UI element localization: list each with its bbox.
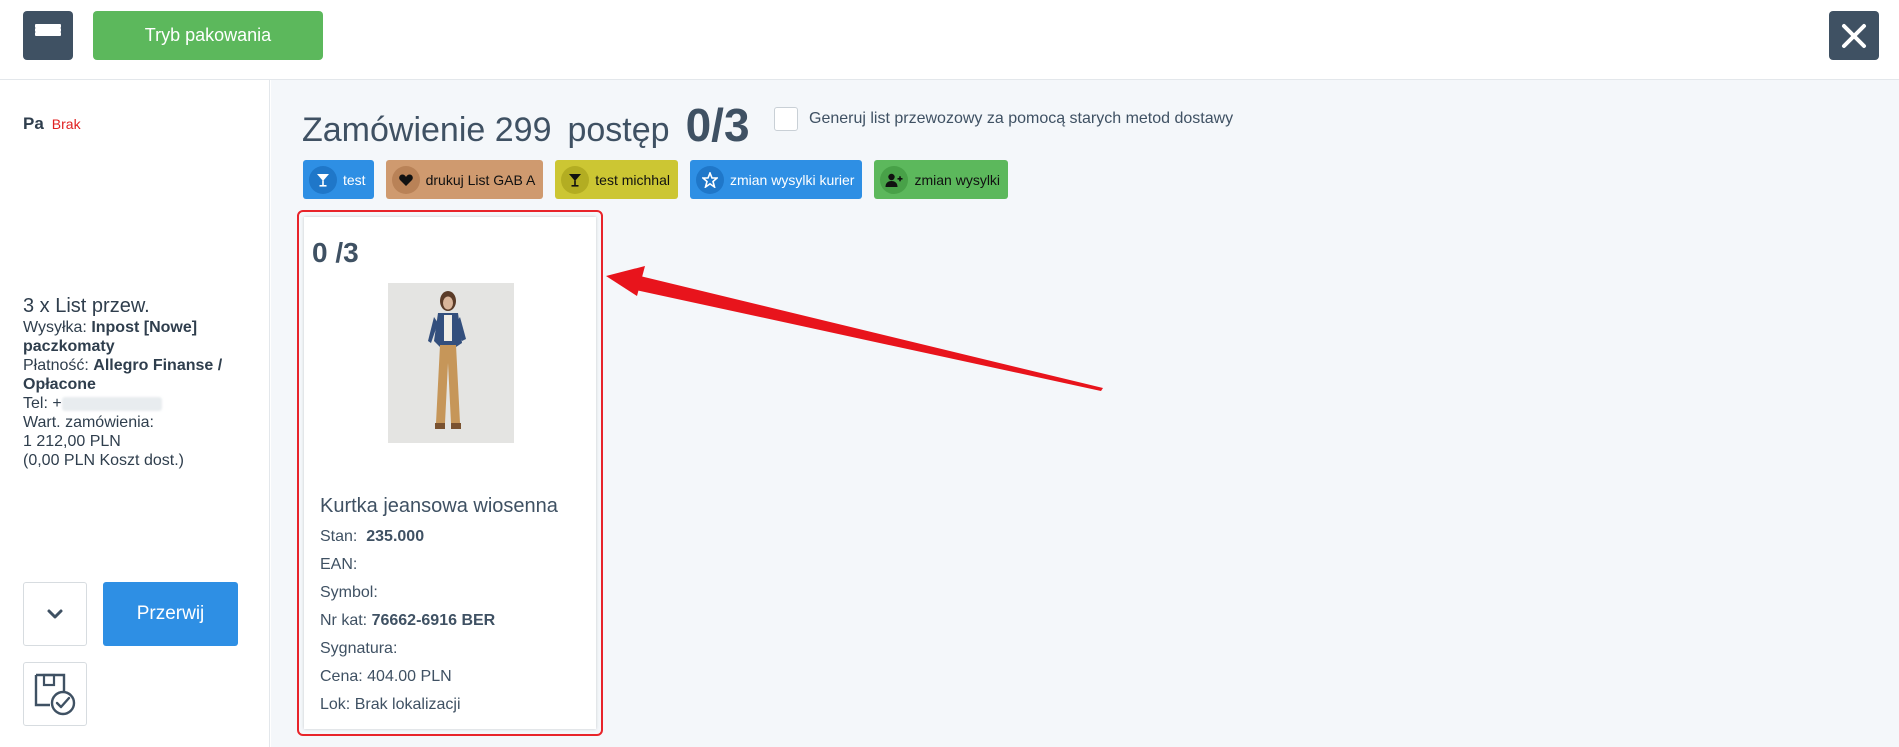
price-row: Cena: 404.00 PLN <box>320 668 452 685</box>
payment-label: Płatność: <box>23 357 89 374</box>
chevron-down-icon <box>47 609 63 619</box>
order-title: Zamówienie 299 postęp 0/3 <box>302 98 750 152</box>
heart-icon <box>391 165 420 194</box>
action-label: zmian wysylki kurier <box>730 171 855 188</box>
stock-row: Stan: 235.000 <box>320 523 495 551</box>
action-test-button[interactable]: test <box>303 160 374 199</box>
action-label: test michhal <box>595 171 670 188</box>
pa-row: Pa Brak <box>23 114 81 134</box>
cocktail-icon <box>561 165 590 194</box>
pack-mode-button[interactable]: Tryb pakowania <box>93 11 323 60</box>
phone-label: Tel: + <box>23 395 62 412</box>
phone-row: Tel: + <box>23 394 253 413</box>
location-row: Lok: Brak lokalizacji <box>320 696 461 713</box>
stock-value: 235.000 <box>366 528 425 545</box>
package-check-icon <box>34 673 76 716</box>
package-check-button[interactable] <box>23 662 87 726</box>
generate-legacy-checkbox[interactable] <box>774 107 798 131</box>
hamburger-icon <box>35 23 61 48</box>
pa-status: Brak <box>51 116 81 132</box>
order-number: Zamówienie 299 <box>302 111 552 149</box>
menu-button[interactable] <box>23 11 73 60</box>
symbol-row: Symbol: <box>320 584 378 601</box>
order-info: 3 x List przew. Wysyłka: Inpost [Nowe] p… <box>23 294 253 470</box>
progress-label: postęp <box>567 111 670 149</box>
shipping-method: Wysyłka: Inpost [Nowe] paczkomaty <box>23 318 253 356</box>
progress-value: 0/3 <box>685 99 750 151</box>
interrupt-button[interactable]: Przerwij <box>103 582 238 646</box>
order-value: 1 212,00 PLN <box>23 433 121 450</box>
star-icon <box>696 165 724 194</box>
action-buttons: test drukuj List GAB A test michhal zmia… <box>303 160 1009 199</box>
shipping-cost: (0,00 PLN Koszt dost.) <box>23 452 184 469</box>
shipment-summary: 3 x List przew. <box>23 295 150 317</box>
order-value-label: Wart. zamówienia: <box>23 414 154 431</box>
catalog-value: 76662-6916 BER <box>371 612 496 629</box>
catalog-row: Nr kat: 76662-6916 BER <box>320 607 495 635</box>
signature-row: Sygnatura: <box>320 640 398 657</box>
ean-row: EAN: <box>320 556 358 573</box>
expand-button[interactable] <box>23 582 87 646</box>
pa-label: Pa <box>23 114 44 133</box>
shipping-label: Wysyłka: <box>23 319 87 336</box>
generate-legacy-row: Generuj list przewozowy za pomocą staryc… <box>774 107 1233 131</box>
stock-label: Stan: <box>320 528 358 545</box>
cocktail-icon <box>309 165 337 194</box>
user-plus-icon <box>880 165 909 194</box>
action-print-gab-button[interactable]: drukuj List GAB A <box>385 160 544 199</box>
catalog-label: Nr kat: <box>320 612 368 629</box>
action-courier-change-button[interactable]: zmian wysylki kurier <box>690 160 863 199</box>
action-label: drukuj List GAB A <box>425 171 536 188</box>
action-shipping-change-button[interactable]: zmian wysylki <box>874 160 1009 199</box>
action-label: zmian wysylki <box>914 171 1001 188</box>
top-bar: Tryb pakowania <box>0 0 1899 80</box>
phone-redacted <box>61 396 162 411</box>
product-image <box>388 283 514 443</box>
generate-legacy-label: Generuj list przewozowy za pomocą staryc… <box>809 110 1234 127</box>
product-card[interactable]: 0 /3 Kurtka jeansowa wiosenna Stan: 235.… <box>304 217 596 729</box>
action-label: test <box>343 171 366 188</box>
action-test-michhal-button[interactable]: test michhal <box>555 160 678 199</box>
close-button[interactable] <box>1829 11 1879 60</box>
product-name: Kurtka jeansowa wiosenna <box>320 495 558 517</box>
payment-method: Płatność: Allegro Finanse / Opłacone <box>23 356 253 394</box>
product-pack-count: 0 /3 <box>312 237 359 268</box>
order-sidebar: Pa Brak 3 x List przew. Wysyłka: Inpost … <box>0 80 270 747</box>
close-icon <box>1842 23 1866 48</box>
main-panel: Zamówienie 299 postęp 0/3 Generuj list p… <box>271 80 1899 747</box>
product-details: Stan: 235.000 EAN: Symbol: Nr kat: 76662… <box>320 523 495 719</box>
